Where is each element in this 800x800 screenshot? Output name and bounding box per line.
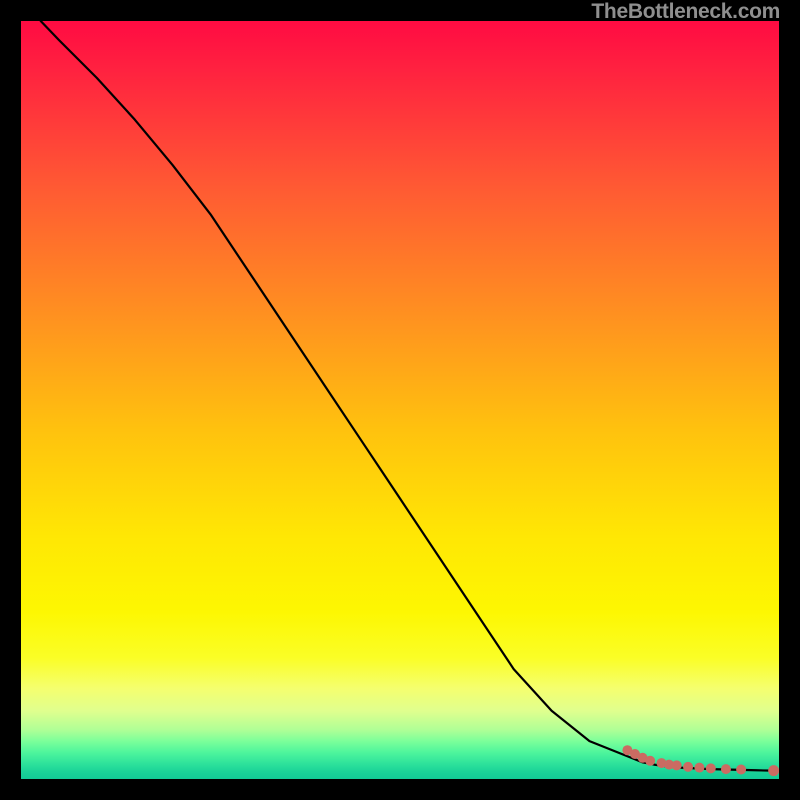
chart-stage: TheBottleneck.com (0, 0, 800, 800)
scatter-point (694, 763, 704, 773)
scatter-series-tail (622, 745, 779, 776)
chart-svg (21, 21, 779, 779)
scatter-point (706, 763, 716, 773)
scatter-point (683, 762, 693, 772)
scatter-point (736, 765, 746, 775)
watermark-text: TheBottleneck.com (591, 0, 780, 24)
scatter-point (645, 756, 655, 766)
scatter-point (721, 764, 731, 774)
scatter-point (672, 760, 682, 770)
plot-area (21, 21, 779, 779)
scatter-point (768, 765, 779, 776)
line-series-curve (41, 21, 772, 771)
